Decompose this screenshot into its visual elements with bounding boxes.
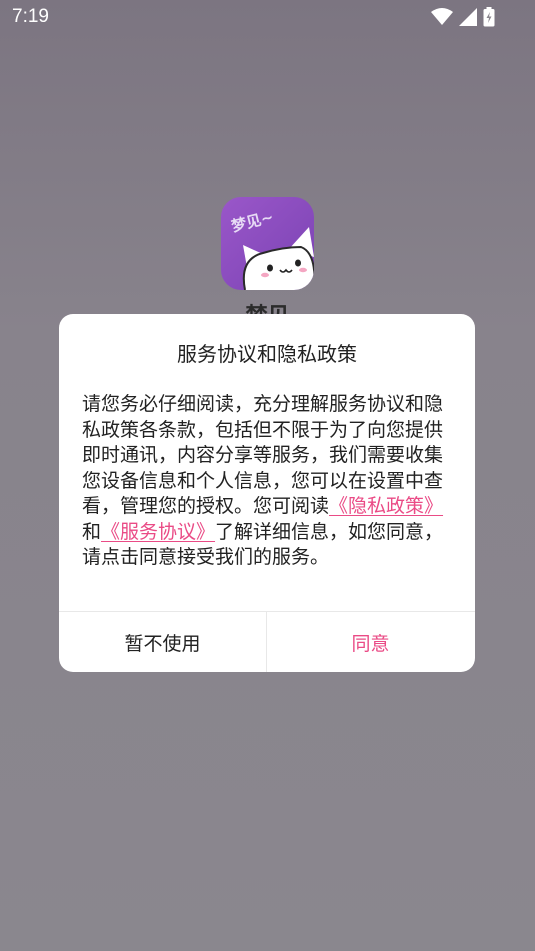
service-agreement-link[interactable]: 《服务协议》 bbox=[101, 521, 215, 543]
dialog-title: 服务协议和隐私政策 bbox=[177, 342, 357, 366]
status-icons bbox=[431, 7, 495, 27]
privacy-policy-link[interactable]: 《隐私政策》 bbox=[329, 495, 443, 517]
decline-button[interactable]: 暂不使用 bbox=[59, 612, 266, 672]
dialog-body-connector: 和 bbox=[82, 520, 102, 543]
wifi-icon bbox=[431, 8, 453, 26]
agree-button[interactable]: 同意 bbox=[267, 612, 474, 672]
status-bar: 7:19 bbox=[0, 0, 535, 36]
privacy-agreement-dialog: 服务协议和隐私政策 请您务必仔细阅读，充分理解服务协议和隐私政策各条款，包括但不… bbox=[59, 314, 475, 672]
app-logo: 梦见~ bbox=[221, 197, 314, 290]
dialog-body: 请您务必仔细阅读，充分理解服务协议和隐私政策各条款，包括但不限于为了向您提供即时… bbox=[82, 392, 454, 571]
battery-charging-icon bbox=[483, 7, 495, 27]
status-time: 7:19 bbox=[12, 6, 49, 27]
cellular-signal-icon bbox=[459, 8, 477, 26]
app-logo-text: 梦见~ bbox=[230, 208, 276, 236]
screen-background: 7:19 梦见~ 服务协议和隐私政策 请您务必仔细阅读，充分理解服务协议和隐私政… bbox=[0, 0, 535, 951]
